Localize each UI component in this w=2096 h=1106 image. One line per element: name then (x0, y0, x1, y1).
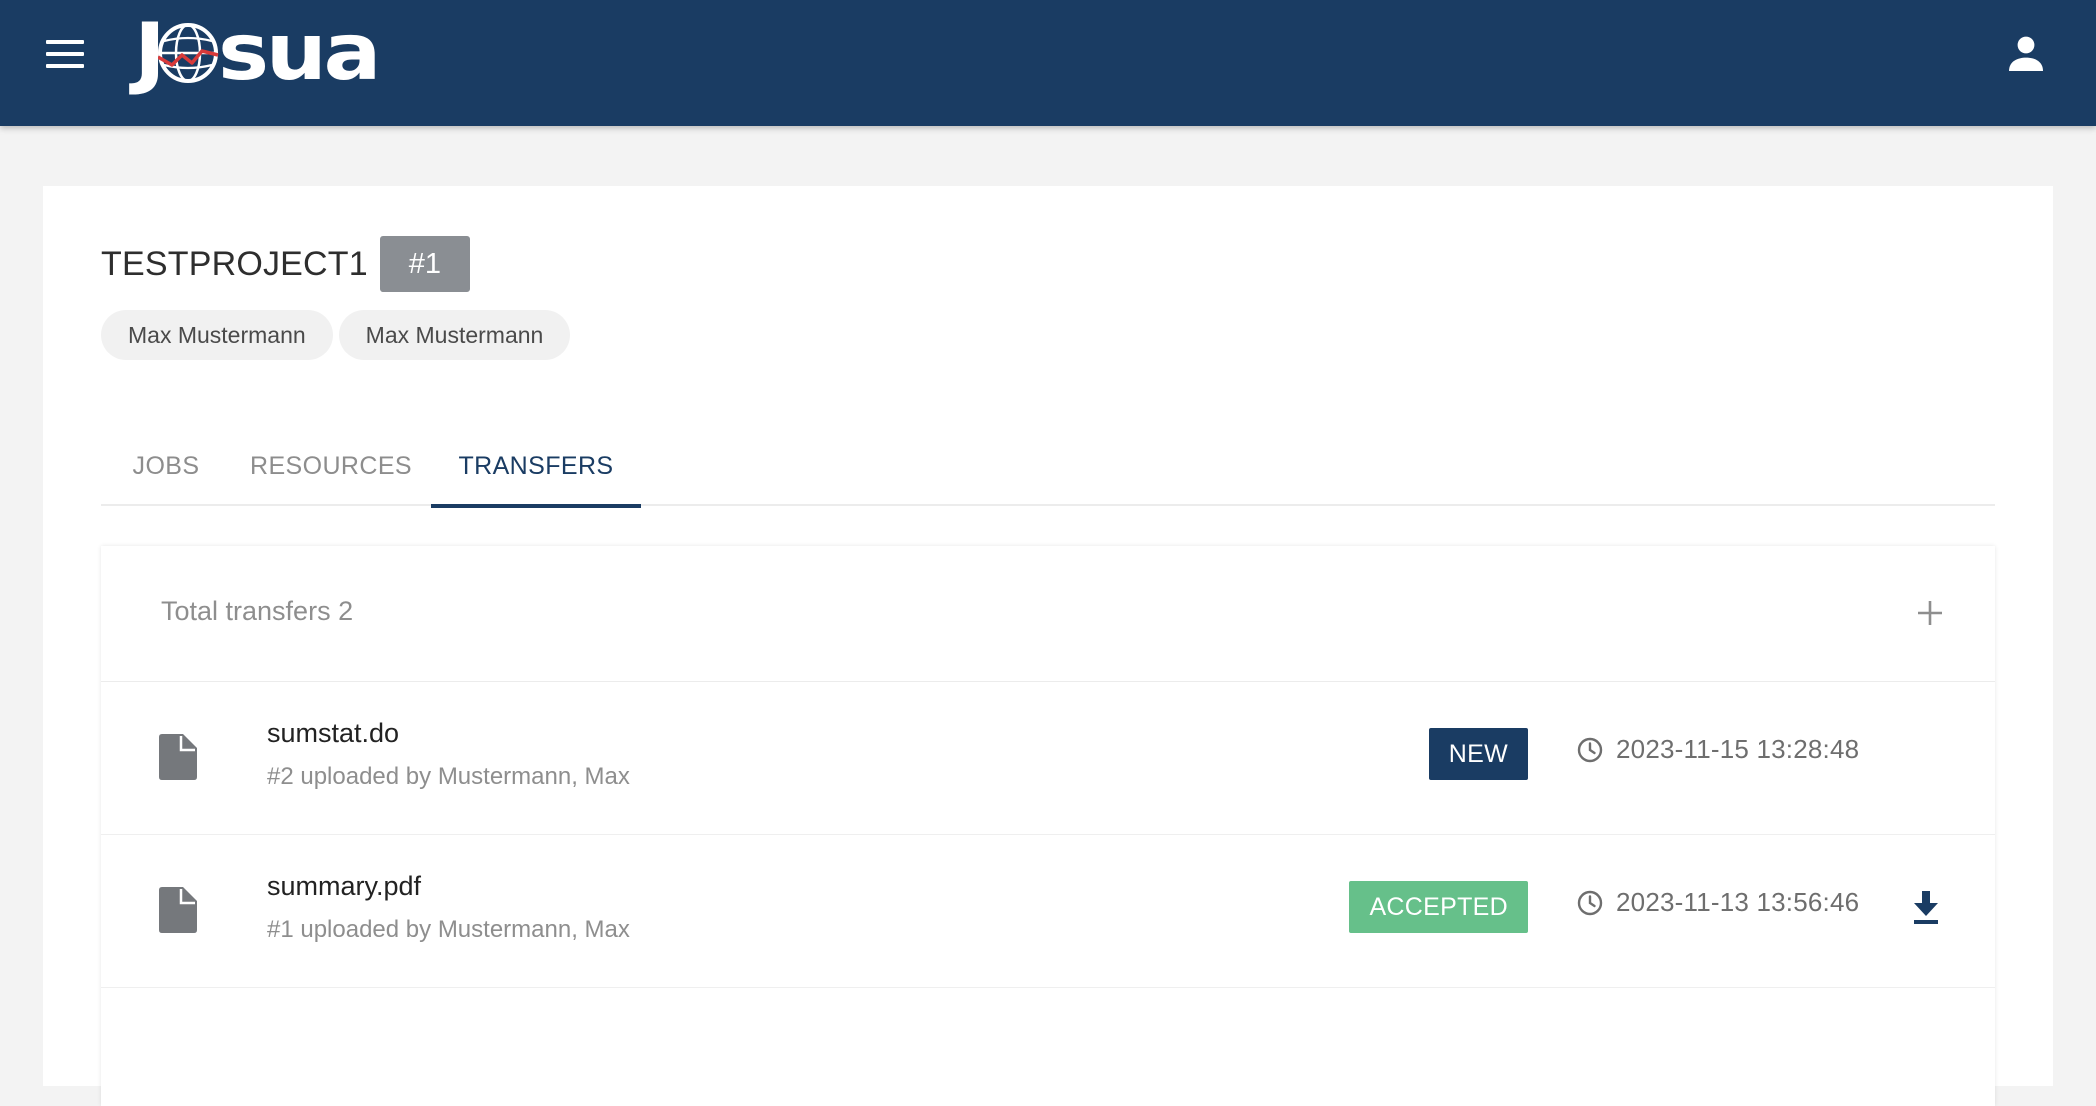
clock-icon (1577, 890, 1603, 915)
menu-icon[interactable] (40, 36, 90, 72)
logo-text-end: sua (218, 8, 381, 98)
transfer-meta: #1 uploaded by Mustermann, Max (267, 916, 630, 943)
timestamp: 2023-11-13 13:56:46 (1616, 887, 1860, 917)
plus-icon[interactable] (1915, 598, 1945, 628)
logo-text-start: J (134, 8, 166, 98)
member-chip[interactable]: Max Mustermann (338, 310, 571, 360)
project-members: Max Mustermann Max Mustermann (101, 310, 571, 360)
transfer-time: 2023-11-13 13:56:46 (1576, 887, 1859, 918)
transfer-meta: #2 uploaded by Mustermann, Max (267, 763, 630, 790)
file-icon (159, 887, 197, 933)
project-header: TESTPROJECT1 #1 (101, 236, 470, 292)
transfers-header: Total transfers 2 (101, 546, 1995, 682)
status-badge: NEW (1428, 728, 1528, 780)
status-badge: ACCEPTED (1349, 881, 1528, 933)
app-header: J sua (0, 0, 2096, 126)
globe-icon (157, 23, 219, 83)
josua-logo[interactable]: J sua (134, 8, 381, 98)
download-icon[interactable] (1911, 889, 1941, 925)
timestamp: 2023-11-15 13:28:48 (1616, 734, 1860, 764)
file-icon (159, 734, 197, 780)
project-tabs: JOBS RESOURCES TRANSFERS (101, 426, 1995, 508)
tab-jobs[interactable]: JOBS (101, 426, 231, 506)
total-transfers-label: Total transfers 2 (161, 596, 354, 626)
transfer-file-name[interactable]: summary.pdf (267, 871, 421, 902)
member-chip[interactable]: Max Mustermann (101, 310, 333, 360)
transfer-file-name[interactable]: sumstat.do (267, 718, 399, 749)
project-card: TESTPROJECT1 #1 Max Mustermann Max Muste… (43, 186, 2053, 1106)
tab-resources[interactable]: RESOURCES (231, 426, 431, 506)
project-id-badge: #1 (379, 236, 470, 292)
transfer-row[interactable]: summary.pdf #1 uploaded by Mustermann, M… (101, 835, 1995, 988)
transfer-time: 2023-11-15 13:28:48 (1576, 734, 1859, 765)
clock-icon (1577, 737, 1603, 762)
transfer-row[interactable]: sumstat.do #2 uploaded by Mustermann, Ma… (101, 682, 1995, 835)
project-title: TESTPROJECT1 (101, 244, 368, 283)
tab-transfers[interactable]: TRANSFERS (431, 426, 641, 508)
transfers-panel: Total transfers 2 sumstat.do #2 uploaded… (101, 546, 1995, 1106)
account-icon[interactable] (2002, 30, 2050, 78)
